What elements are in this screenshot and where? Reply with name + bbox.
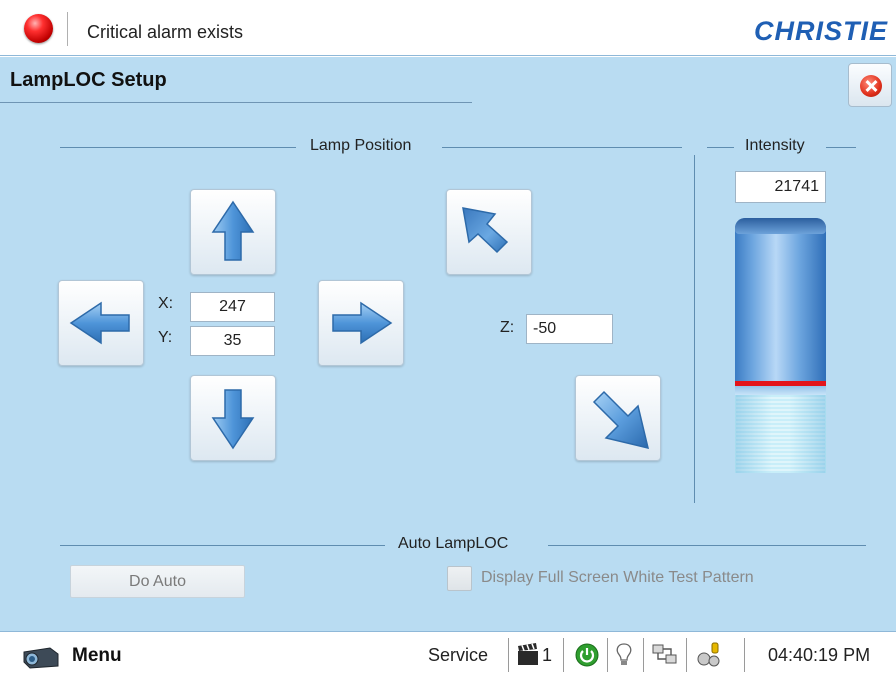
intensity-bar-upper	[735, 218, 826, 393]
white-test-pattern-checkbox[interactable]	[447, 566, 472, 591]
taskbar-divider	[563, 638, 564, 672]
menu-button[interactable]: Menu	[72, 645, 122, 667]
power-icon[interactable]	[573, 641, 601, 669]
alarm-status-text[interactable]: Critical alarm exists	[87, 22, 243, 43]
bottom-taskbar: Menu Service 1 04:40:19 PM	[0, 631, 896, 677]
christie-logo: CHRISTIE	[753, 16, 888, 46]
move-up-button[interactable]	[190, 189, 276, 275]
arrow-down-icon	[211, 389, 255, 450]
taskbar-divider	[508, 638, 509, 672]
input-clapper-icon[interactable]	[516, 641, 540, 669]
user-key-icon[interactable]	[694, 641, 724, 669]
lamploc-setup-panel: LampLOC Setup Lamp Position Intensity X:…	[0, 57, 896, 631]
arrow-diagonal-out-icon	[592, 390, 650, 450]
auto-lamploc-heading: Auto LampLOC	[398, 535, 509, 552]
x-position-field[interactable]: 247	[190, 292, 275, 322]
taskbar-divider	[686, 638, 687, 672]
group-divider	[60, 545, 385, 546]
page-title: LampLOC Setup	[10, 69, 167, 91]
intensity-value: 21741	[735, 171, 826, 203]
intensity-bar-step	[735, 385, 826, 395]
top-status-bar: Critical alarm exists CHRISTIE	[0, 0, 896, 56]
projector-icon[interactable]	[20, 644, 62, 670]
taskbar-divider	[744, 638, 745, 672]
z-position-field[interactable]: -50	[526, 314, 613, 344]
lamp-position-heading: Lamp Position	[310, 137, 412, 154]
taskbar-divider	[643, 638, 644, 672]
arrow-left-icon	[69, 301, 130, 345]
close-button[interactable]	[848, 63, 892, 107]
group-divider	[442, 147, 682, 148]
arrow-up-icon	[211, 200, 255, 261]
intensity-level-bar	[735, 218, 826, 473]
service-mode-label[interactable]: Service	[428, 645, 488, 666]
intensity-level-marker	[735, 381, 826, 386]
y-position-field[interactable]: 35	[190, 326, 275, 356]
y-label: Y:	[158, 329, 173, 346]
group-divider	[707, 147, 734, 148]
clock: 04:40:19 PM	[768, 645, 871, 665]
group-divider	[826, 147, 856, 148]
z-in-button[interactable]	[446, 189, 532, 275]
divider	[67, 12, 68, 46]
do-auto-button[interactable]: Do Auto	[70, 565, 245, 598]
title-underline	[0, 102, 472, 103]
white-test-pattern-label: Display Full Screen White Test Pattern	[481, 569, 754, 586]
vertical-divider	[694, 155, 695, 503]
z-label: Z:	[500, 319, 515, 336]
critical-alarm-icon[interactable]	[24, 14, 53, 43]
intensity-bar-lower	[735, 393, 826, 473]
move-right-button[interactable]	[318, 280, 404, 366]
group-divider	[60, 147, 296, 148]
input-number: 1	[542, 645, 553, 665]
close-icon	[860, 75, 882, 97]
network-icon[interactable]	[650, 641, 680, 669]
group-divider	[548, 545, 866, 546]
taskbar-divider	[607, 638, 608, 672]
intensity-bar-cap	[735, 218, 826, 234]
arrow-diagonal-in-icon	[462, 207, 509, 254]
move-down-button[interactable]	[190, 375, 276, 461]
intensity-heading: Intensity	[745, 137, 805, 154]
move-left-button[interactable]	[58, 280, 144, 366]
x-label: X:	[158, 295, 174, 312]
arrow-right-icon	[332, 301, 393, 345]
lamp-icon[interactable]	[614, 641, 634, 669]
z-out-button[interactable]	[575, 375, 661, 461]
